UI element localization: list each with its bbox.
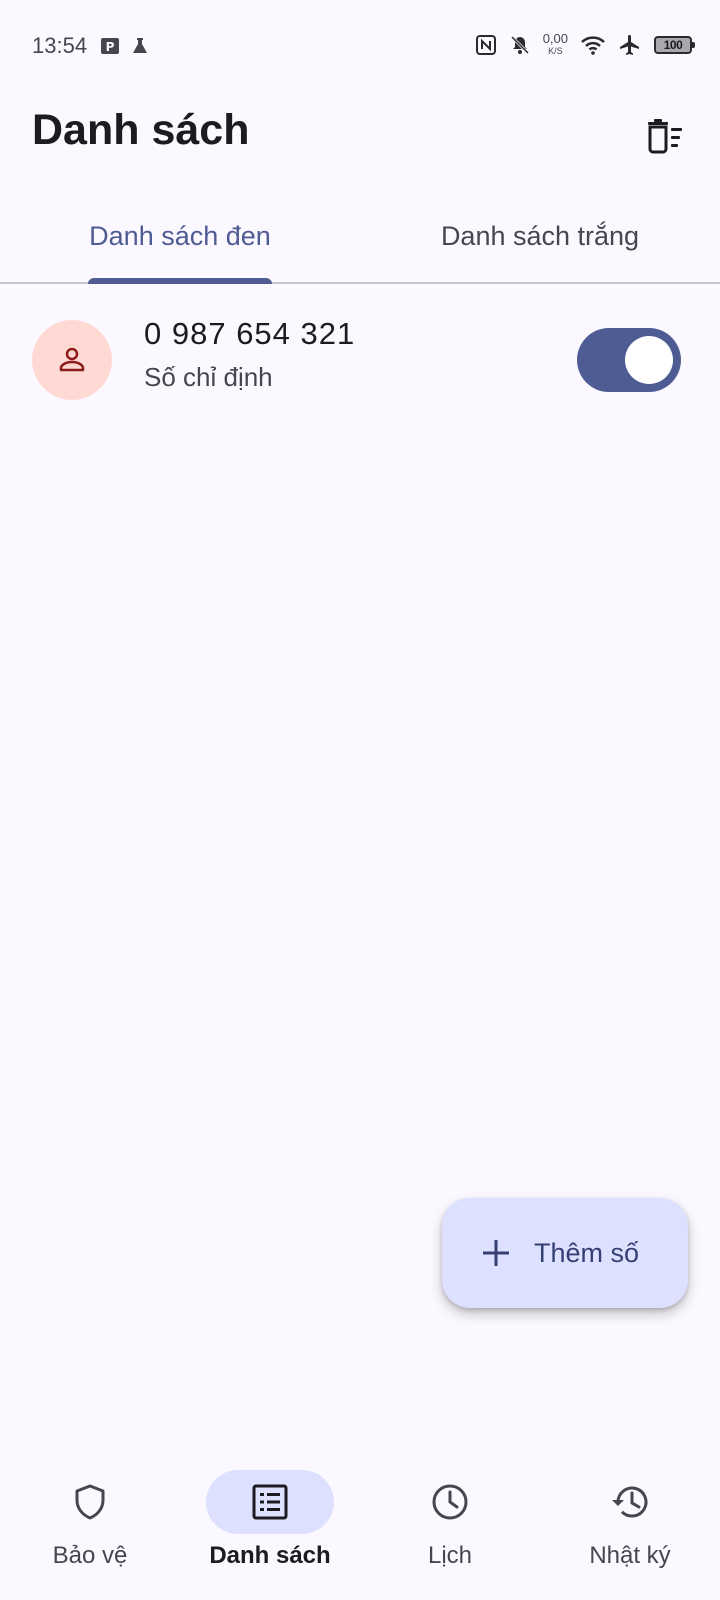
list-tabs: Danh sách đen Danh sách trắng [0, 190, 720, 284]
nav-pill [386, 1470, 514, 1534]
battery-icon: 100 [654, 36, 695, 54]
network-speed-unit: K/S [548, 46, 563, 56]
status-bar: 13:54 P 0,00 K/S 100 [0, 0, 720, 96]
nav-item-protection[interactable]: Bảo vệ [0, 1448, 180, 1600]
page-title: Danh sách [32, 106, 250, 154]
number-type: Số chỉ định [144, 362, 273, 392]
nav-pill-active [206, 1470, 334, 1534]
tab-blacklist-label: Danh sách đen [89, 220, 271, 251]
status-time: 13:54 [32, 33, 88, 58]
list-item[interactable]: 0 987 654 321 Số chỉ định [0, 296, 720, 416]
nav-item-list[interactable]: Danh sách [180, 1448, 360, 1600]
nav-label-schedule: Lịch [427, 1542, 473, 1569]
nav-label-log: Nhật ký [589, 1542, 671, 1569]
network-speed: 0,00 K/S [542, 31, 568, 56]
bottom-navigation: Bảo vệ Danh sách Lịch Nhật ký [0, 1448, 720, 1600]
history-icon [612, 1486, 648, 1518]
tab-whitelist-label: Danh sách trắng [440, 220, 640, 251]
clock-icon [432, 1484, 468, 1520]
avatar [32, 320, 112, 400]
clear-list-button[interactable] [640, 112, 688, 160]
add-number-label: Thêm số [534, 1237, 640, 1268]
battery-level: 100 [663, 38, 683, 52]
person-icon [59, 347, 85, 372]
parking-app-icon: P [101, 38, 119, 54]
switch-knob [625, 336, 673, 384]
block-toggle-switch[interactable] [577, 328, 681, 392]
flask-icon [133, 38, 147, 53]
tab-blacklist[interactable]: Danh sách đen [0, 190, 360, 284]
nav-item-schedule[interactable]: Lịch [360, 1448, 540, 1600]
nav-label-protection: Bảo vệ [52, 1542, 128, 1569]
phone-number: 0 987 654 321 [144, 316, 356, 351]
list-icon [252, 1484, 288, 1520]
add-number-button[interactable]: Thêm số [442, 1198, 688, 1308]
plus-icon [483, 1240, 509, 1266]
svg-text:P: P [106, 40, 115, 54]
airplane-icon [620, 35, 639, 55]
tab-whitelist[interactable]: Danh sách trắng [360, 190, 720, 282]
bell-off-icon [510, 35, 529, 55]
tab-indicator [88, 278, 272, 284]
nav-item-log[interactable]: Nhật ký [540, 1448, 720, 1600]
delete-sweep-icon [648, 119, 682, 154]
network-speed-value: 0,00 [542, 31, 568, 46]
nav-pill [566, 1470, 694, 1534]
wifi-icon [581, 36, 605, 55]
nav-label-list: Danh sách [209, 1542, 331, 1569]
nfc-icon [475, 35, 496, 55]
nav-pill [26, 1470, 154, 1534]
status-left-icons: P [100, 36, 150, 56]
shield-icon [75, 1484, 105, 1520]
status-right-icons: 0,00 K/S 100 [475, 31, 695, 57]
